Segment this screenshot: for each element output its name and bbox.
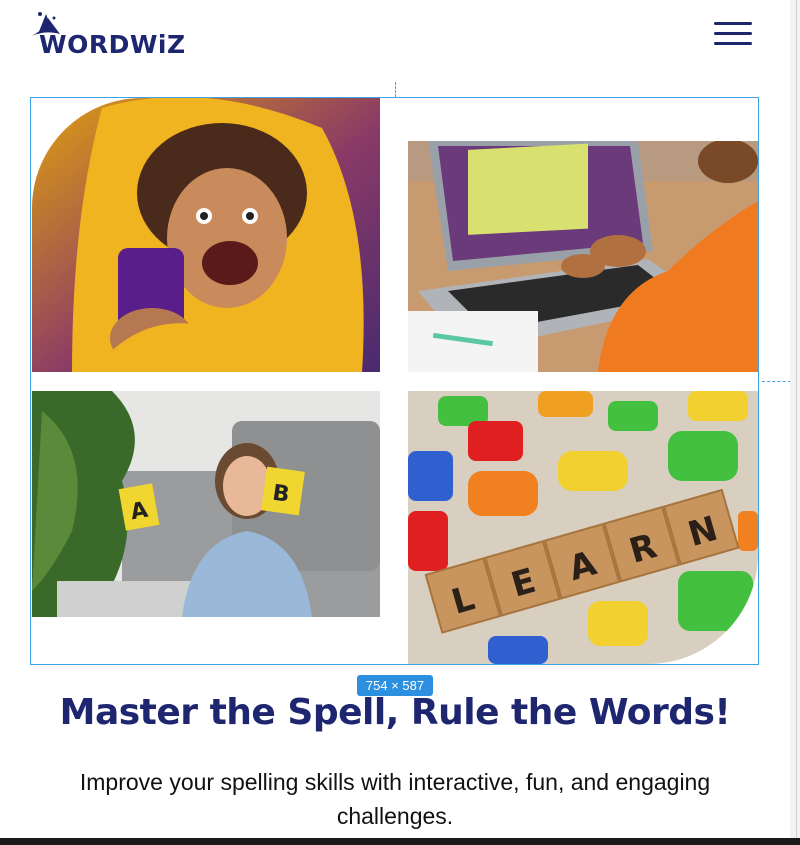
bottom-bar xyxy=(0,838,800,845)
page: WORDWiZ A B L E A R N 754 × 587 Master t… xyxy=(0,0,796,838)
child-with-phone-image xyxy=(32,98,380,372)
child-laptop-math-image xyxy=(408,141,758,372)
learn-blocks-image: L E A R N xyxy=(408,391,758,664)
hero-subtitle: Improve your spelling skills with intera… xyxy=(79,769,711,829)
svg-text:B: B xyxy=(271,481,291,508)
wordwiz-logo[interactable]: WORDWiZ xyxy=(30,8,185,60)
scrollbar-track[interactable] xyxy=(790,0,800,845)
logo-text: WORDWiZ xyxy=(39,30,186,59)
guide-line-top xyxy=(395,82,396,97)
hamburger-menu-icon[interactable] xyxy=(712,20,754,48)
window-edge xyxy=(796,0,797,845)
girl-letter-cards-image: A B xyxy=(32,391,380,617)
hero-title: Master the Spell, Rule the Words! xyxy=(59,692,731,733)
